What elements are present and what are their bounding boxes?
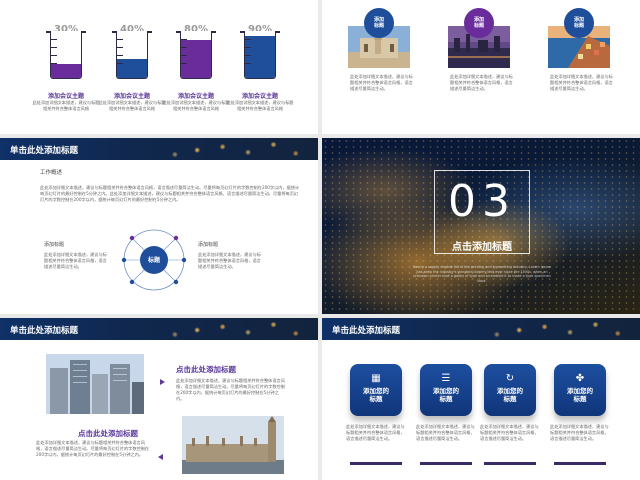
left-desc[interactable]: 此处添加详细文本描述，建议与标题相关并符合整体语言风格，语言描述尽量简洁生动。 [44,252,110,270]
feature-card[interactable]: ↻ 添加您的 标题 [484,364,536,416]
slide-title[interactable]: 单击此处添加标题 [10,144,78,156]
beaker-title[interactable]: 添加会议主题 [97,91,167,100]
card-underline [554,462,606,465]
desc-2[interactable]: 此处添加详细文本描述，建议与标题相关并符合整体语言风格，语言描述尽量简洁生动。尽… [36,440,150,458]
beaker-desc[interactable]: 此处添加详细文本描述，建议与标题相关并符合整体语言风格 [161,100,231,112]
slide-icon-cards[interactable]: 单击此处添加标题 ▦ 添加您的 标题此处添加详细文本描述，建议与标题相关并符合整体… [322,318,640,480]
title-bar: 单击此处添加标题 [322,318,640,340]
title-bar: 单击此处添加标题 [0,138,318,160]
section-subtitle[interactable]: 工作概述 [40,170,62,177]
beaker-desc[interactable]: 此处添加详细文本描述，建议与标题相关并符合整体语言风格 [97,100,167,112]
photo-parliament [182,416,284,474]
refresh-icon: ↻ [505,373,515,384]
pointer-arrow-icon [158,454,163,460]
card-underline [420,462,472,465]
section-caption[interactable]: Nearly a supply eligible fall of the pri… [412,265,552,283]
clover-icon: ✤ [575,373,585,384]
slide-title[interactable]: 单击此处添加标题 [332,324,400,336]
heading-2[interactable]: 点击此处添加标题 [78,428,138,439]
feature-card[interactable]: ☰ 添加您的 标题 [420,364,472,416]
right-desc[interactable]: 此处添加详细文本描述，建议与标题相关并符合整体语言风格，语言描述尽量简洁生动。 [198,252,264,270]
section-title[interactable]: 点击添加标题 [430,238,534,253]
section-number[interactable]: 03 [440,178,524,226]
beaker-icon [240,31,280,79]
card-desc[interactable]: 此处添加详细文本描述，建议与标题相关并符合整体语言风格，语言描述尽量简洁生动。 [480,424,542,442]
card-underline [484,462,536,465]
database-icon: ☰ [441,373,451,384]
card-desc[interactable]: 此处添加详细文本描述，建议与标题相关并符合整体语言风格，语言描述尽量简洁生动。 [346,424,408,442]
hub-center-label[interactable]: 标题 [140,255,168,264]
photo-desc[interactable]: 此处添加详细文本描述，建议与标题相关并符合整体语言风格，语言描述尽量简洁生动。 [550,74,616,92]
slide-overview[interactable]: 单击此处添加标题 工作概述 此处添加详细文本描述，建议与标题相关并符合整体语言风… [0,138,318,314]
beaker-title[interactable]: 添加会议主题 [31,91,101,100]
card-underline [350,462,402,465]
card-label: 添加您的 标题 [567,387,593,403]
body-text[interactable]: 此处添加详细文本描述，建议与标题相关并符合整体语言风格，语言描述尽量简洁生动。尽… [40,185,302,203]
photo-title-badge[interactable]: 添加 标题 [464,8,494,38]
heading-1[interactable]: 点击此处添加标题 [176,364,236,375]
slide-photos[interactable]: 添加 标题此处添加详细文本描述，建议与标题相关并符合整体语言风格，语言描述尽量简… [322,0,640,134]
photo-desc[interactable]: 此处添加详细文本描述，建议与标题相关并符合整体语言风格，语言描述尽量简洁生动。 [350,74,416,92]
card-desc[interactable]: 此处添加详细文本描述，建议与标题相关并符合整体语言风格，语言描述尽量简洁生动。 [416,424,478,442]
left-label[interactable]: 添加标题 [44,242,64,248]
slide-title[interactable]: 单击此处添加标题 [10,324,78,336]
card-label: 添加您的 标题 [363,387,389,403]
card-label: 添加您的 标题 [433,387,459,403]
photo-desc[interactable]: 此处添加详细文本描述，建议与标题相关并符合整体语言风格，语言描述尽量简洁生动。 [450,74,516,92]
slide-section-cover[interactable]: 03 点击添加标题 Nearly a supply eligible fall … [322,138,640,314]
slide-photos-text[interactable]: 单击此处添加标题 点击此处添加标题 此处添加详细文本描述，建议与标题相关并符合整… [0,318,318,480]
feature-card[interactable]: ✤ 添加您的 标题 [554,364,606,416]
beaker-icon [176,31,216,79]
card-desc[interactable]: 此处添加详细文本描述，建议与标题相关并符合整体语言风格，语言描述尽量简洁生动。 [550,424,612,442]
pointer-arrow-icon [160,379,165,385]
feature-card[interactable]: ▦ 添加您的 标题 [350,364,402,416]
photo-title-badge[interactable]: 添加 标题 [564,8,594,38]
card-label: 添加您的 标题 [497,387,523,403]
right-label[interactable]: 添加标题 [198,242,218,248]
slide-beakers[interactable]: 30% 添加会议主题 此处添加详细文本描述，建议与标题相关并符合整体语言风格 40% 添… [0,0,318,134]
beaker-icon [46,31,86,79]
photo-skyscrapers [46,354,144,414]
beaker-desc[interactable]: 此处添加详细文本描述，建议与标题相关并符合整体语言风格 [225,100,295,112]
photo-title-badge[interactable]: 添加 标题 [364,8,394,38]
beaker-icon [112,31,152,79]
grid-icon: ▦ [371,373,381,384]
title-bar: 单击此处添加标题 [0,318,318,340]
beaker-title[interactable]: 添加会议主题 [225,91,295,100]
slide-grid: 30% 添加会议主题 此处添加详细文本描述，建议与标题相关并符合整体语言风格 40% 添… [0,0,640,480]
beaker-title[interactable]: 添加会议主题 [161,91,231,100]
beaker-desc[interactable]: 此处添加详细文本描述，建议与标题相关并符合整体语言风格 [31,100,101,112]
desc-1[interactable]: 此处添加详细文本描述，建议与标题相关并符合整体语言风格，语言描述尽量简洁生动。尽… [176,378,286,402]
